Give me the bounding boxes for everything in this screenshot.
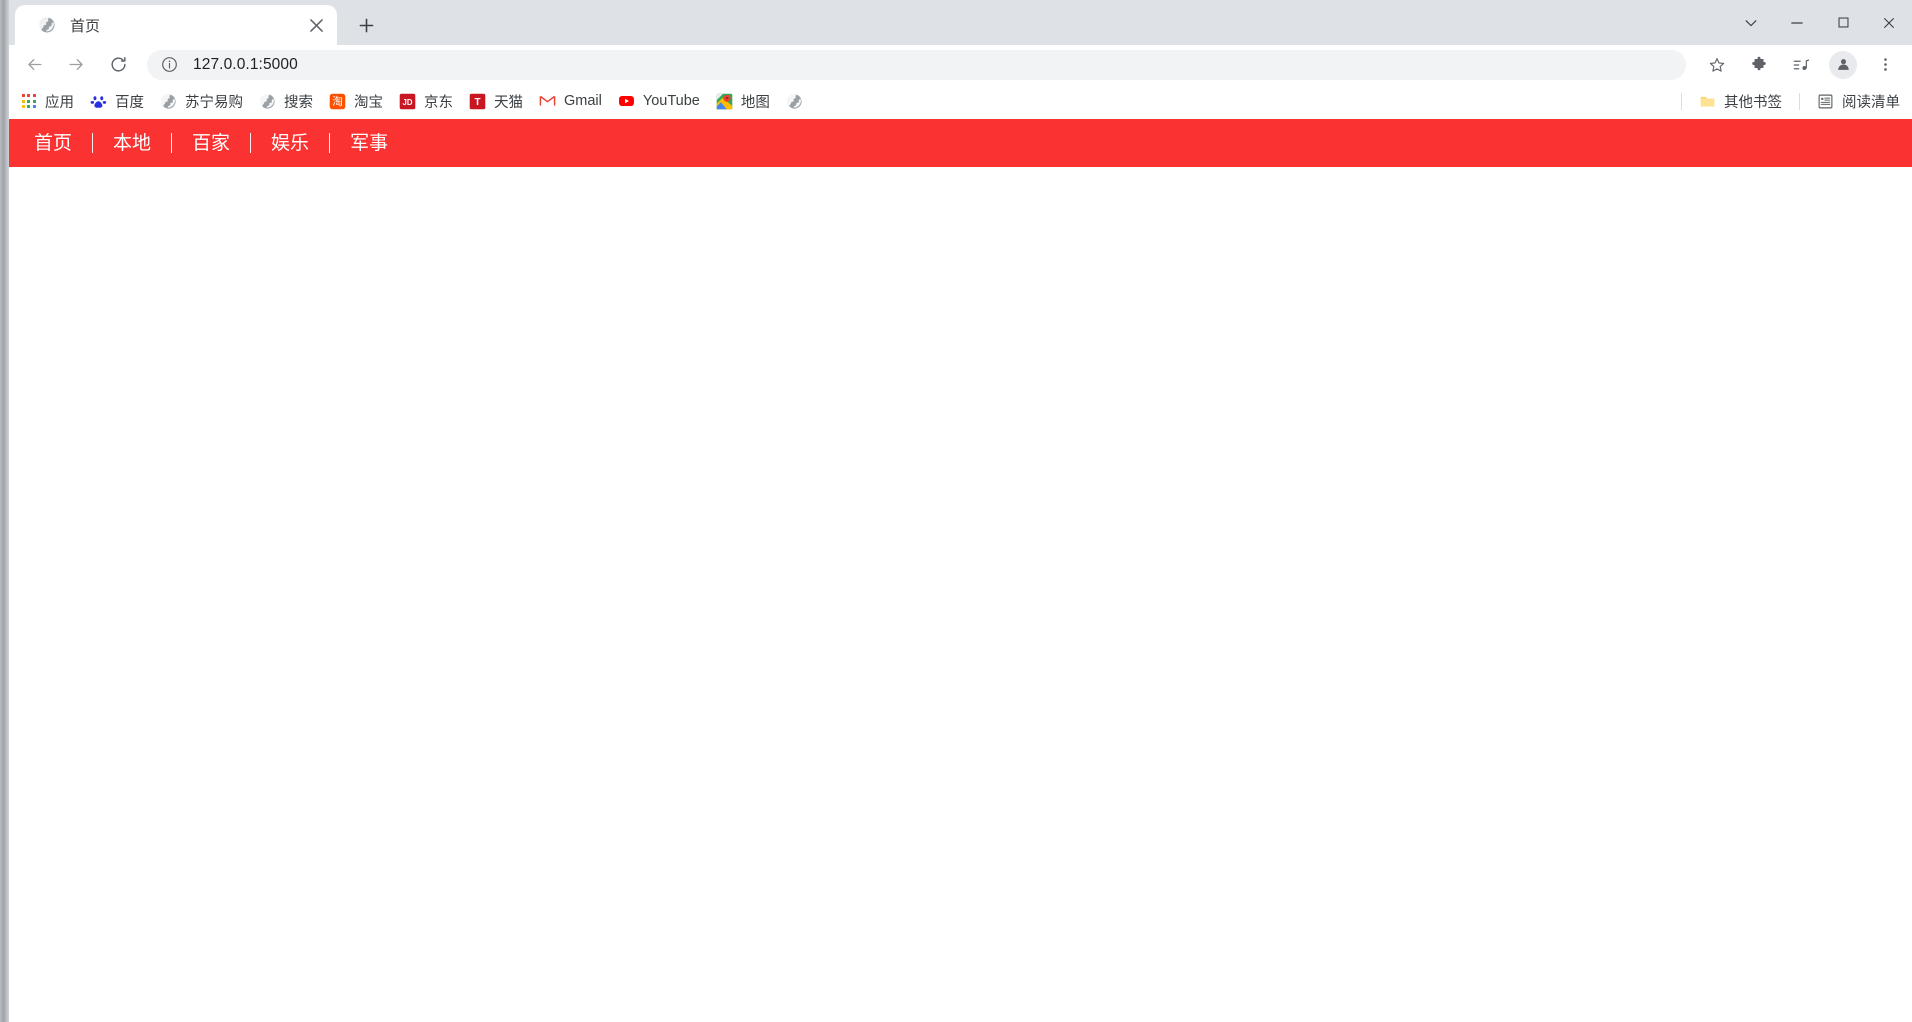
bookmark-label: 苏宁易购 bbox=[185, 94, 243, 111]
nav-item-entertainment[interactable]: 娱乐 bbox=[251, 133, 329, 153]
reading-list-button[interactable]: 阅读清单 bbox=[1809, 88, 1908, 114]
youtube-icon bbox=[618, 93, 635, 110]
reload-icon[interactable] bbox=[102, 49, 134, 81]
bookmark-item-youtube[interactable]: YouTube bbox=[610, 88, 708, 114]
nav-divider bbox=[250, 133, 252, 153]
bookmark-label: Gmail bbox=[564, 93, 602, 109]
google-maps-icon bbox=[716, 93, 733, 110]
address-bar[interactable]: 127.0.0.1:5000 bbox=[147, 49, 1686, 80]
browser-window: 首页 127.0.0.1:5000 应用 百度 苏宁易购 搜索 淘 淘宝 JD … bbox=[0, 0, 1912, 1022]
bookmark-label: 应用 bbox=[45, 94, 74, 111]
bookmarks-separator bbox=[1681, 92, 1682, 110]
other-bookmarks-label: 其他书签 bbox=[1724, 94, 1782, 111]
bookmark-item-search[interactable]: 搜索 bbox=[251, 88, 321, 114]
bookmark-item-gmail[interactable]: Gmail bbox=[531, 88, 610, 114]
window-left-edge bbox=[0, 0, 9, 1022]
folder-icon bbox=[1699, 93, 1716, 110]
svg-text:T: T bbox=[474, 97, 480, 108]
puzzle-icon[interactable] bbox=[1743, 49, 1775, 81]
star-icon[interactable] bbox=[1701, 49, 1733, 81]
nav-item-military[interactable]: 军事 bbox=[330, 133, 408, 153]
page-viewport: 首页 本地 百家 娱乐 军事 bbox=[0, 119, 1912, 1022]
globe-icon bbox=[37, 16, 56, 35]
forward-arrow-icon[interactable] bbox=[60, 49, 92, 81]
nav-divider bbox=[329, 133, 331, 153]
globe-icon bbox=[259, 93, 276, 110]
tab-strip: 首页 bbox=[0, 0, 1912, 45]
bookmark-label: 淘宝 bbox=[354, 94, 383, 111]
bookmark-label: 百度 bbox=[115, 94, 144, 111]
reading-list-label: 阅读清单 bbox=[1842, 94, 1900, 111]
bookmark-label: 天猫 bbox=[494, 94, 523, 111]
bookmark-label: YouTube bbox=[642, 93, 700, 109]
bookmark-label: 京东 bbox=[424, 94, 453, 111]
bookmark-item-unnamed[interactable] bbox=[778, 88, 811, 114]
page-content-area bbox=[0, 167, 1912, 1022]
close-button[interactable] bbox=[1866, 0, 1912, 45]
taobao-icon: 淘 bbox=[329, 93, 346, 110]
tab-search-button[interactable] bbox=[1728, 0, 1774, 45]
info-circle-icon[interactable] bbox=[159, 55, 179, 75]
jd-icon: JD bbox=[399, 93, 416, 110]
globe-icon bbox=[160, 93, 177, 110]
back-arrow-icon[interactable] bbox=[18, 49, 50, 81]
bookmarks-bar: 应用 百度 苏宁易购 搜索 淘 淘宝 JD 京东 T 天猫 Gmail YouT… bbox=[0, 84, 1912, 119]
reading-list-icon bbox=[1817, 93, 1834, 110]
bookmark-label: 地图 bbox=[740, 94, 770, 111]
bookmark-label: 搜索 bbox=[284, 94, 313, 111]
minimize-button[interactable] bbox=[1774, 0, 1820, 45]
bookmarks-bar-right: 其他书签 阅读清单 bbox=[1672, 84, 1912, 118]
globe-icon bbox=[786, 93, 803, 110]
bookmarks-separator bbox=[1799, 92, 1800, 110]
media-control-icon[interactable] bbox=[1785, 49, 1817, 81]
nav-item-local[interactable]: 本地 bbox=[93, 133, 171, 153]
three-dot-menu-icon[interactable] bbox=[1869, 49, 1901, 81]
bookmark-item-baidu[interactable]: 百度 bbox=[82, 88, 152, 114]
profile-avatar-icon[interactable] bbox=[1829, 50, 1857, 79]
window-controls bbox=[1728, 0, 1912, 45]
baidu-icon bbox=[90, 93, 107, 110]
tmall-icon: T bbox=[469, 93, 486, 110]
svg-text:JD: JD bbox=[403, 97, 413, 106]
apps-grid-icon bbox=[20, 93, 37, 110]
nav-divider bbox=[171, 133, 173, 153]
browser-toolbar: 127.0.0.1:5000 bbox=[0, 45, 1912, 84]
nav-item-baijia[interactable]: 百家 bbox=[172, 133, 250, 153]
browser-tab[interactable]: 首页 bbox=[15, 5, 337, 45]
close-icon[interactable] bbox=[303, 12, 329, 38]
address-bar-url: 127.0.0.1:5000 bbox=[193, 55, 298, 73]
other-bookmarks-button[interactable]: 其他书签 bbox=[1691, 88, 1790, 114]
nav-divider bbox=[92, 133, 94, 153]
svg-text:淘: 淘 bbox=[332, 95, 343, 108]
bookmark-item-suning[interactable]: 苏宁易购 bbox=[152, 88, 251, 114]
bookmark-item-taobao[interactable]: 淘 淘宝 bbox=[321, 88, 391, 114]
bookmark-item-maps[interactable]: 地图 bbox=[708, 88, 778, 114]
new-tab-button[interactable] bbox=[349, 8, 383, 42]
bookmark-item-tmall[interactable]: T 天猫 bbox=[461, 88, 531, 114]
bookmark-item-apps[interactable]: 应用 bbox=[12, 88, 82, 114]
site-navigation-bar: 首页 本地 百家 娱乐 军事 bbox=[0, 119, 1912, 167]
maximize-button[interactable] bbox=[1820, 0, 1866, 45]
toolbar-right-actions bbox=[1696, 49, 1912, 81]
gmail-icon bbox=[539, 93, 556, 110]
nav-item-home[interactable]: 首页 bbox=[14, 133, 92, 153]
tab-title: 首页 bbox=[70, 17, 101, 35]
bookmark-item-jd[interactable]: JD 京东 bbox=[391, 88, 461, 114]
